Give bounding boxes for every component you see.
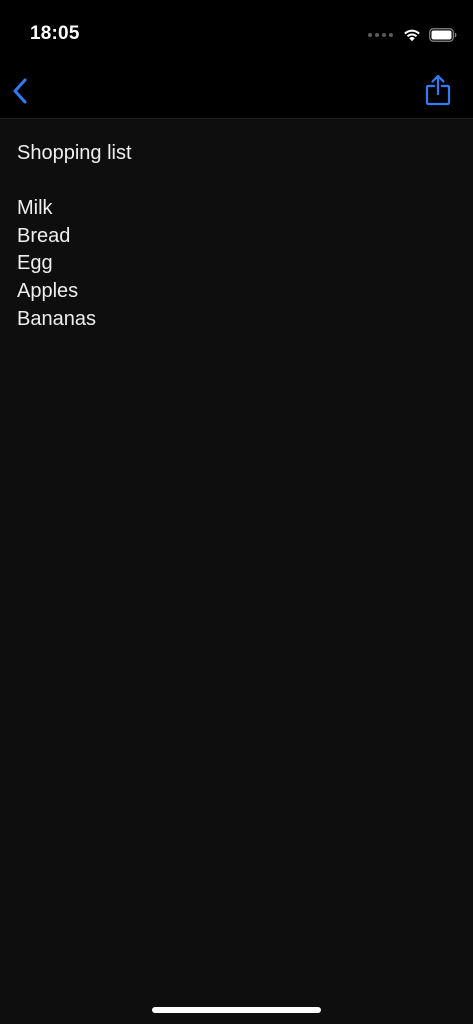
share-button[interactable] [423,73,453,107]
chevron-left-icon [13,78,27,104]
back-button[interactable] [8,76,32,106]
status-icons [368,26,457,44]
note-text-editor[interactable]: Shopping list Milk Bread Egg Apples Bana… [17,140,457,333]
list-item: Milk [17,197,53,220]
wifi-icon [404,29,420,42]
cellular-signal-icon [368,33,393,37]
battery-icon [429,28,457,42]
note-content[interactable]: Shopping list Milk Bread Egg Apples Bana… [0,119,473,1024]
note-item-list: Milk Bread Egg Apples Bananas [17,195,457,333]
list-item: Egg [17,252,53,275]
status-time: 18:05 [30,23,80,44]
share-icon [425,74,451,106]
home-indicator[interactable] [152,1007,321,1013]
navigation-bar [0,64,473,119]
list-item: Bread [17,224,71,247]
note-title: Shopping list [17,142,132,164]
list-item: Bananas [17,307,96,330]
list-item: Apples [17,279,79,302]
status-bar: 18:05 [0,0,473,64]
